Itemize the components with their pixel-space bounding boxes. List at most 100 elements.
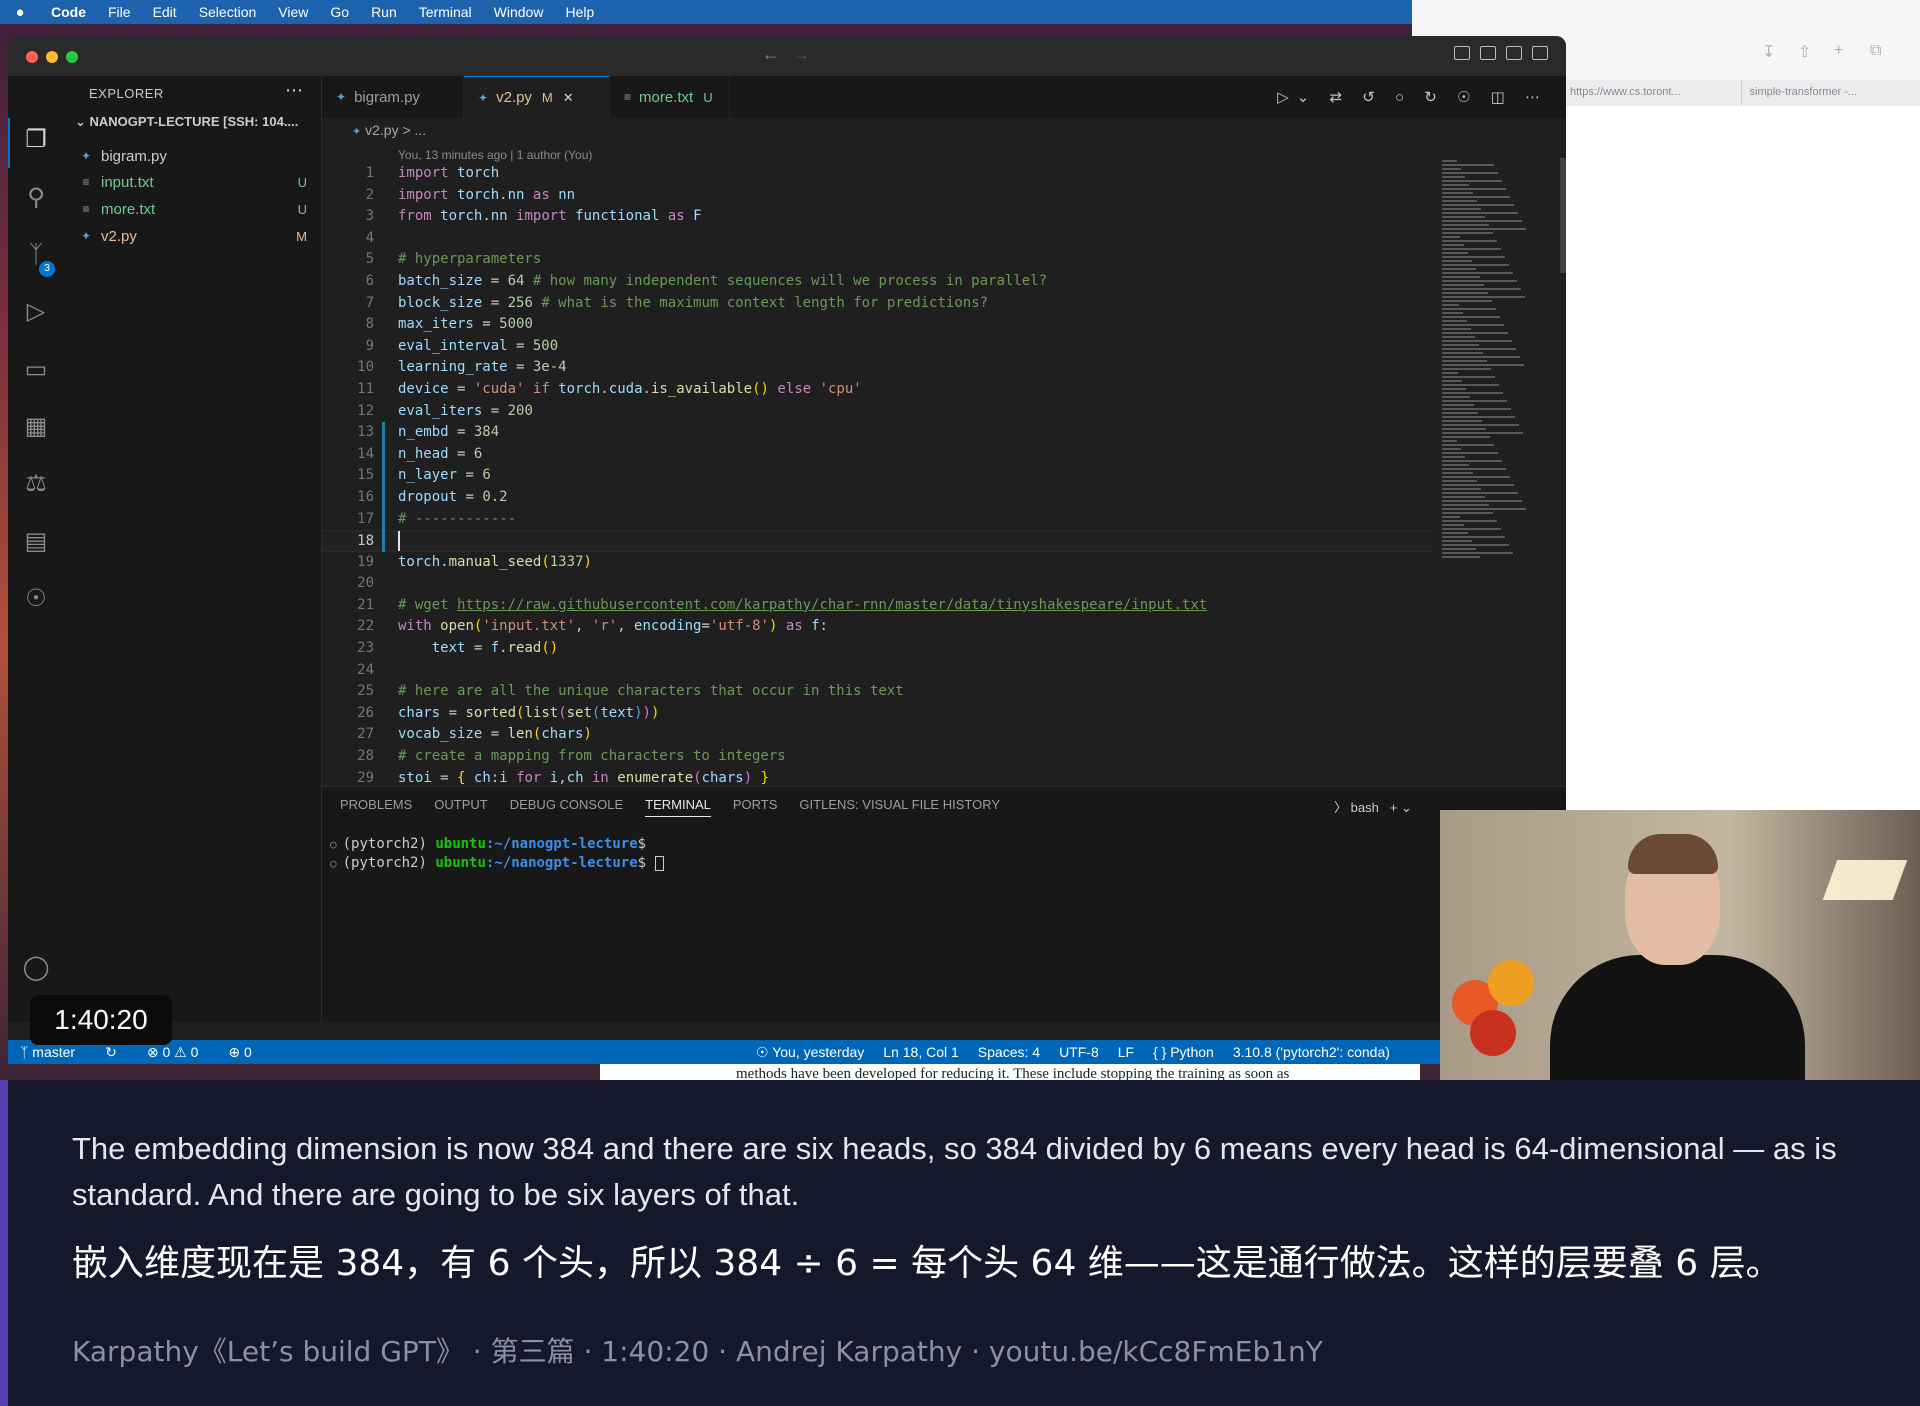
account-icon[interactable]: ◯: [20, 952, 52, 984]
terminal-shell-label[interactable]: bash: [1351, 800, 1379, 815]
tab-gitlens-file-history[interactable]: GITLENS: VISUAL FILE HISTORY: [799, 797, 1000, 817]
indentation[interactable]: Spaces: 4: [978, 1044, 1040, 1061]
file-v2-py[interactable]: ✦ v2.py M: [77, 223, 317, 249]
code-line[interactable]: 1 import torch: [322, 163, 1432, 185]
tab-debug-console[interactable]: DEBUG CONSOLE: [510, 797, 623, 817]
close-tab-icon[interactable]: ✕: [563, 90, 574, 106]
code-line[interactable]: 10 learning_rate = 3e-4: [322, 357, 1432, 379]
minimize-window-icon[interactable]: [46, 51, 58, 63]
code-line[interactable]: 14 n_head = 6: [322, 444, 1432, 466]
new-tab-icon[interactable]: +: [1834, 42, 1843, 60]
notebook-icon[interactable]: ▤: [20, 526, 52, 558]
file-encoding[interactable]: UTF-8: [1059, 1044, 1099, 1061]
code-line[interactable]: 20: [322, 573, 1432, 595]
extensions-icon[interactable]: ▦: [20, 411, 52, 443]
tab-output[interactable]: OUTPUT: [434, 797, 487, 817]
branch-indicator[interactable]: ᛉ master: [20, 1044, 75, 1061]
tab-v2-py[interactable]: ✦ v2.py M ✕: [464, 76, 610, 118]
code-line[interactable]: 18: [322, 530, 1432, 552]
browser-tab[interactable]: https://www.cs.toront...: [1562, 80, 1741, 106]
menu-edit[interactable]: Edit: [142, 4, 188, 20]
code-line[interactable]: 17 # ------------: [322, 509, 1432, 531]
tab-more-txt[interactable]: ≡ more.txt U: [610, 76, 730, 118]
code-line[interactable]: 28 # create a mapping from characters to …: [322, 746, 1432, 768]
menu-help[interactable]: Help: [554, 4, 605, 20]
revision-icon[interactable]: ○: [1395, 89, 1412, 106]
next-change-icon[interactable]: ↻: [1424, 89, 1445, 106]
search-icon[interactable]: ⚲: [20, 182, 52, 214]
run-file-icon[interactable]: ▷⌄: [1277, 89, 1317, 106]
back-arrow-icon[interactable]: ←: [762, 44, 780, 65]
code-line[interactable]: 7 block_size = 256 # what is the maximum …: [322, 293, 1432, 315]
more-actions-icon[interactable]: ⋯: [1525, 89, 1548, 106]
file-input-txt[interactable]: ≡ input.txt U: [77, 169, 317, 195]
code-line[interactable]: 2 import torch.nn as nn: [322, 185, 1432, 207]
editor-scrollbar[interactable]: [1560, 158, 1566, 273]
project-folder[interactable]: ⌄ NANOGPT-LECTURE [SSH: 104....: [75, 114, 298, 130]
code-line[interactable]: 5 # hyperparameters: [322, 249, 1432, 271]
download-icon[interactable]: ↧: [1762, 42, 1775, 62]
toggle-panel-icon[interactable]: [1480, 46, 1496, 60]
split-editor-icon[interactable]: ◫: [1491, 89, 1513, 106]
explorer-icon[interactable]: ❐: [20, 124, 52, 156]
apple-icon[interactable]: ●: [0, 4, 40, 21]
code-line[interactable]: 8 max_iters = 5000: [322, 314, 1432, 336]
gitlens-inspect-icon[interactable]: ☉: [1457, 89, 1478, 106]
menu-go[interactable]: Go: [319, 4, 360, 20]
previous-change-icon[interactable]: ↺: [1362, 89, 1383, 106]
code-line[interactable]: 16 dropout = 0.2: [322, 487, 1432, 509]
browser-tab[interactable]: simple-transformer -...: [1740, 80, 1920, 106]
code-line[interactable]: 4: [322, 228, 1432, 250]
file-more-txt[interactable]: ≡ more.txt U: [77, 196, 317, 222]
code-line[interactable]: 15 n_layer = 6: [322, 465, 1432, 487]
ports-indicator[interactable]: ⊕ 0: [228, 1044, 251, 1061]
toggle-secondary-sidebar-icon[interactable]: [1506, 46, 1522, 60]
tab-problems[interactable]: PROBLEMS: [340, 797, 412, 817]
code-line[interactable]: 24: [322, 660, 1432, 682]
close-window-icon[interactable]: [26, 51, 38, 63]
menu-terminal[interactable]: Terminal: [408, 4, 483, 20]
new-terminal-icon[interactable]: +: [1390, 800, 1398, 815]
remote-explorer-icon[interactable]: ▭: [20, 354, 52, 386]
python-interpreter[interactable]: 3.10.8 ('pytorch2': conda): [1233, 1044, 1390, 1061]
breadcrumb[interactable]: ✦ v2.py > ...: [352, 122, 426, 138]
menu-view[interactable]: View: [267, 4, 319, 20]
menu-code[interactable]: Code: [40, 4, 97, 20]
code-line[interactable]: 25 # here are all the unique characters t…: [322, 681, 1432, 703]
maximize-window-icon[interactable]: [66, 51, 78, 63]
code-line[interactable]: 11 device = 'cuda' if torch.cuda.is_avail…: [322, 379, 1432, 401]
menu-window[interactable]: Window: [483, 4, 555, 20]
code-line[interactable]: 27 vocab_size = len(chars): [322, 724, 1432, 746]
menu-file[interactable]: File: [97, 4, 142, 20]
share-icon[interactable]: ⇧: [1798, 42, 1811, 62]
code-line[interactable]: 22 with open('input.txt', 'r', encoding='…: [322, 616, 1432, 638]
file-bigram-py[interactable]: ✦ bigram.py: [77, 143, 317, 169]
tab-ports[interactable]: PORTS: [733, 797, 778, 817]
minimap[interactable]: [1442, 158, 1542, 578]
code-line[interactable]: 26 chars = sorted(list(set(text))): [322, 703, 1432, 725]
compare-changes-icon[interactable]: ⇄: [1330, 89, 1351, 106]
menu-run[interactable]: Run: [360, 4, 408, 20]
problems-indicator[interactable]: ⊗ 0 ⚠ 0: [147, 1044, 199, 1061]
tab-terminal[interactable]: TERMINAL: [645, 797, 711, 817]
gitlens-icon[interactable]: ☉: [20, 583, 52, 615]
code-line[interactable]: 21 # wget https://raw.githubusercontent.c…: [322, 595, 1432, 617]
sync-icon[interactable]: ↻: [105, 1044, 117, 1061]
code-line[interactable]: 3 from torch.nn import functional as F: [322, 206, 1432, 228]
tab-bigram-py[interactable]: ✦ bigram.py: [322, 76, 464, 118]
run-debug-icon[interactable]: ▷: [20, 296, 52, 328]
toggle-sidebar-icon[interactable]: [1454, 46, 1470, 60]
blame-indicator[interactable]: ☉ You, yesterday: [756, 1044, 864, 1061]
chevron-down-icon[interactable]: ⌄: [1401, 800, 1412, 815]
code-line[interactable]: 23 text = f.read(): [322, 638, 1432, 660]
code-line[interactable]: 9 eval_interval = 500: [322, 336, 1432, 358]
code-line[interactable]: 13 n_embd = 384: [322, 422, 1432, 444]
language-mode[interactable]: { } Python: [1153, 1044, 1214, 1061]
modified-lines-gutter[interactable]: [382, 422, 385, 552]
code-line[interactable]: 6 batch_size = 64 # how many independent …: [322, 271, 1432, 293]
codelens-blame[interactable]: You, 13 minutes ago | 1 author (You): [398, 148, 592, 162]
menu-selection[interactable]: Selection: [188, 4, 268, 20]
testing-icon[interactable]: ⚖: [20, 468, 52, 500]
customize-layout-icon[interactable]: [1532, 46, 1548, 60]
code-line[interactable]: 12 eval_iters = 200: [322, 401, 1432, 423]
